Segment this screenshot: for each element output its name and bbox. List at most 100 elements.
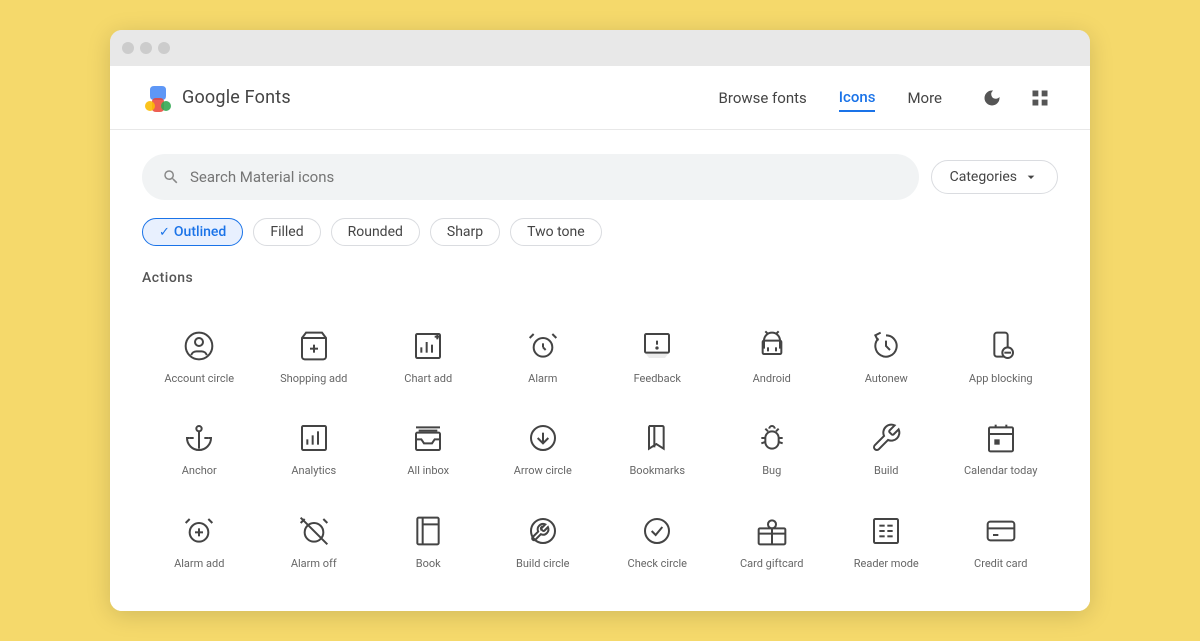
icon-chart-add[interactable]: Chart add	[371, 310, 486, 402]
icon-arrow-circle[interactable]: Arrow circle	[486, 402, 601, 494]
bookmarks-label: Bookmarks	[629, 464, 685, 478]
nav-browse-fonts[interactable]: Browse fonts	[719, 85, 807, 111]
check-icon: ✓	[159, 225, 170, 240]
bug-icon	[756, 422, 788, 454]
icon-reader-mode[interactable]: Reader mode	[829, 495, 944, 587]
theme-toggle-button[interactable]	[974, 80, 1010, 116]
icon-anchor[interactable]: Anchor	[142, 402, 257, 494]
browser-dot-yellow	[140, 42, 152, 54]
book-icon	[412, 515, 444, 547]
icon-android[interactable]: Android	[715, 310, 830, 402]
chip-outlined-label: Outlined	[174, 224, 226, 240]
browser-window: Google Fonts Browse fonts Icons More	[110, 30, 1090, 611]
search-icon	[162, 168, 180, 186]
icon-alarm-off[interactable]: Alarm off	[257, 495, 372, 587]
chip-two-tone[interactable]: Two tone	[510, 218, 602, 246]
icon-autonew[interactable]: Autonew	[829, 310, 944, 402]
icon-all-inbox[interactable]: All inbox	[371, 402, 486, 494]
credit-card-label: Credit card	[974, 557, 1027, 571]
autonew-icon	[870, 330, 902, 362]
browser-dot-green	[158, 42, 170, 54]
chip-filled[interactable]: Filled	[253, 218, 320, 246]
anchor-icon	[183, 422, 215, 454]
build-circle-label: Build circle	[516, 557, 570, 571]
chip-two-tone-label: Two tone	[527, 224, 585, 240]
all-inbox-label: All inbox	[407, 464, 449, 478]
nav-icon-buttons	[974, 80, 1058, 116]
grid-view-button[interactable]	[1022, 80, 1058, 116]
icon-account-circle[interactable]: Account circle	[142, 310, 257, 402]
icon-app-blocking[interactable]: App blocking	[944, 310, 1059, 402]
check-circle-icon	[641, 515, 673, 547]
filter-chips-row: ✓ Outlined Filled Rounded Sharp Two tone	[110, 200, 1090, 246]
logo-area: Google Fonts	[142, 82, 719, 114]
nav-more[interactable]: More	[907, 85, 942, 111]
icon-credit-card[interactable]: Credit card	[944, 495, 1059, 587]
icon-feedback[interactable]: Feedback	[600, 310, 715, 402]
all-inbox-icon	[412, 422, 444, 454]
alarm-add-icon	[183, 515, 215, 547]
check-circle-label: Check circle	[628, 557, 687, 571]
icon-book[interactable]: Book	[371, 495, 486, 587]
icon-alarm-add[interactable]: Alarm add	[142, 495, 257, 587]
icon-build[interactable]: Build	[829, 402, 944, 494]
app-blocking-label: App blocking	[969, 372, 1033, 386]
calendar-today-label: Calendar today	[964, 464, 1037, 478]
shopping-add-label: Shopping add	[280, 372, 347, 386]
card-giftcard-label: Card giftcard	[740, 557, 804, 571]
icon-card-giftcard[interactable]: Card giftcard	[715, 495, 830, 587]
section-title: Actions	[142, 270, 1058, 286]
icon-analytics[interactable]: Analytics	[257, 402, 372, 494]
alarm-add-label: Alarm add	[174, 557, 224, 571]
shopping-add-icon	[298, 330, 330, 362]
bug-label: Bug	[762, 464, 781, 478]
book-label: Book	[416, 557, 441, 571]
chip-filled-label: Filled	[270, 224, 303, 240]
autonew-label: Autonew	[865, 372, 908, 386]
icon-bookmarks[interactable]: Bookmarks	[600, 402, 715, 494]
card-giftcard-icon	[756, 515, 788, 547]
app-blocking-icon	[985, 330, 1017, 362]
reader-mode-label: Reader mode	[854, 557, 919, 571]
chip-outlined[interactable]: ✓ Outlined	[142, 218, 243, 246]
search-row: Categories	[142, 154, 1058, 200]
alarm-off-label: Alarm off	[291, 557, 337, 571]
chart-add-label: Chart add	[404, 372, 452, 386]
nav-icons[interactable]: Icons	[839, 84, 876, 112]
chart-add-icon	[412, 330, 444, 362]
icon-check-circle[interactable]: Check circle	[600, 495, 715, 587]
content-area: Google Fonts Browse fonts Icons More	[110, 66, 1090, 611]
icon-alarm[interactable]: Alarm	[486, 310, 601, 402]
header: Google Fonts Browse fonts Icons More	[110, 66, 1090, 130]
icon-bug[interactable]: Bug	[715, 402, 830, 494]
icon-build-circle[interactable]: Build circle	[486, 495, 601, 587]
chip-rounded[interactable]: Rounded	[331, 218, 420, 246]
icons-grid: Account circle Shopping add	[142, 310, 1058, 587]
logo-text: Google Fonts	[182, 87, 291, 108]
grid-icon	[1030, 88, 1050, 108]
alarm-off-icon	[298, 515, 330, 547]
chip-rounded-label: Rounded	[348, 224, 403, 240]
build-icon	[870, 422, 902, 454]
analytics-icon	[298, 422, 330, 454]
account-circle-label: Account circle	[164, 372, 234, 386]
browser-chrome	[110, 30, 1090, 66]
credit-card-icon	[985, 515, 1017, 547]
chevron-down-icon	[1023, 169, 1039, 185]
feedback-icon	[641, 330, 673, 362]
build-label: Build	[874, 464, 898, 478]
search-input[interactable]	[190, 168, 899, 186]
icon-calendar-today[interactable]: Calendar today	[944, 402, 1059, 494]
alarm-label: Alarm	[528, 372, 557, 386]
google-fonts-logo-icon	[142, 82, 174, 114]
feedback-label: Feedback	[634, 372, 681, 386]
account-circle-icon	[183, 330, 215, 362]
categories-button[interactable]: Categories	[931, 160, 1058, 194]
chip-sharp[interactable]: Sharp	[430, 218, 500, 246]
icon-shopping-add[interactable]: Shopping add	[257, 310, 372, 402]
arrow-circle-icon	[527, 422, 559, 454]
search-box	[142, 154, 919, 200]
browser-dot-red	[122, 42, 134, 54]
arrow-circle-label: Arrow circle	[514, 464, 572, 478]
build-circle-icon	[527, 515, 559, 547]
